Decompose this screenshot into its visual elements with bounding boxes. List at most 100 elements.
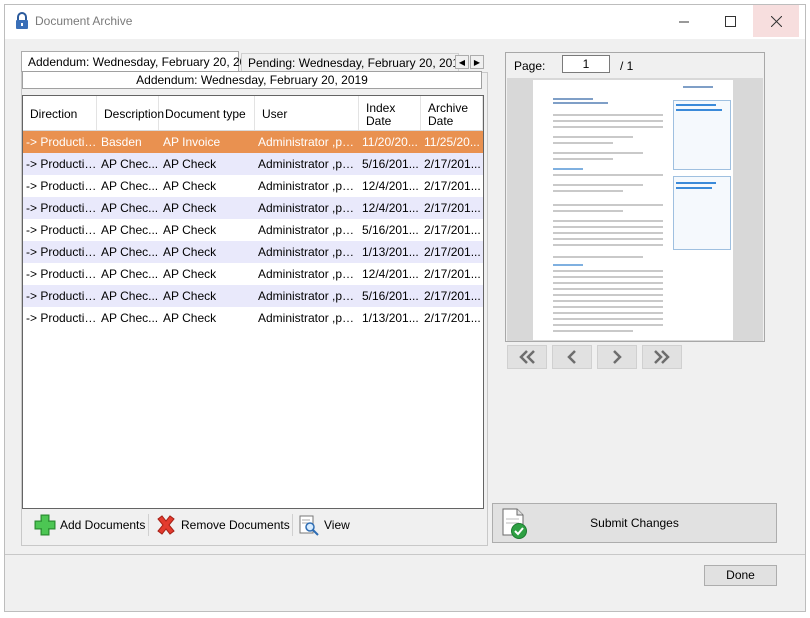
submit-changes-label: Submit Changes [590, 516, 679, 530]
tab-pending[interactable]: Pending: Wednesday, February 20, 2019 [241, 53, 466, 73]
cell-description: AP Chec... [101, 311, 159, 325]
close-button[interactable] [753, 5, 799, 37]
next-page-button[interactable] [597, 345, 637, 369]
grid-header: Direction Description Document type User… [23, 96, 483, 131]
chevron-left-icon [567, 350, 576, 364]
documents-grid[interactable]: Direction Description Document type User… [22, 95, 484, 509]
column-header-archive-date[interactable]: Archive Date [421, 96, 483, 130]
cell-archive-date: 2/17/201... [424, 245, 481, 259]
magnifier-document-icon [299, 515, 319, 536]
minimize-button[interactable] [661, 5, 707, 37]
cell-direction: -> Production [26, 201, 97, 215]
column-header-direction[interactable]: Direction [23, 96, 97, 130]
cell-document-type: AP Check [163, 289, 217, 303]
cell-user: Administrator ,pVault [258, 201, 359, 215]
cell-user: Administrator ,pVault [258, 289, 359, 303]
table-row[interactable]: -> Production AP Chec... AP Check Administr… [23, 307, 483, 329]
tab-scroll-right-button[interactable]: ▶ [470, 55, 484, 69]
submit-changes-button[interactable]: Submit Changes [492, 503, 777, 543]
title-bar: Document Archive [5, 5, 805, 39]
document-thumbnail[interactable] [507, 78, 763, 341]
cell-index-date: 1/13/201... [362, 311, 419, 325]
cell-document-type: AP Invoice [163, 135, 221, 149]
red-x-icon [157, 515, 175, 535]
cell-archive-date: 2/17/201... [424, 179, 481, 193]
cell-direction: -> Production [26, 179, 97, 193]
table-row[interactable]: -> Production AP Chec... AP Check Administr… [23, 285, 483, 307]
document-preview-panel: Page: / 1 [505, 52, 765, 342]
footer-divider [5, 554, 805, 555]
grid-toolbar: Add Documents Remove Documents View [22, 510, 482, 540]
cell-description: AP Chec... [101, 201, 159, 215]
cell-index-date: 12/4/201... [362, 179, 419, 193]
cell-archive-date: 2/17/201... [424, 157, 481, 171]
table-row[interactable]: -> Production AP Chec... AP Check Administr… [23, 219, 483, 241]
cell-user: Administrator ,pVault [258, 179, 359, 193]
plus-icon [34, 514, 56, 536]
minimize-icon [678, 21, 689, 22]
tab-scroll-left-button[interactable]: ◀ [455, 55, 469, 69]
add-documents-button[interactable]: Add Documents [34, 510, 145, 540]
cell-document-type: AP Check [163, 311, 217, 325]
page-label: Page: [514, 59, 546, 73]
page-total: / 1 [620, 59, 634, 73]
cell-description: AP Chec... [101, 223, 159, 237]
close-icon [770, 15, 782, 27]
cell-archive-date: 2/17/201... [424, 267, 481, 281]
page-number-input[interactable] [562, 55, 610, 73]
done-button[interactable]: Done [704, 565, 777, 586]
column-header-document-type[interactable]: Document type [159, 96, 255, 130]
cell-description: AP Chec... [101, 267, 159, 281]
cell-index-date: 1/13/201... [362, 245, 419, 259]
table-row[interactable]: -> Production AP Chec... AP Check Administr… [23, 263, 483, 285]
cell-index-date: 5/16/201... [362, 289, 419, 303]
cell-user: Administrator ,pVault [258, 267, 359, 281]
cell-document-type: AP Check [163, 179, 217, 193]
view-button[interactable]: View [298, 510, 350, 540]
cell-index-date: 5/16/201... [362, 223, 419, 237]
table-row[interactable]: -> Production AP Chec... AP Check Administr… [23, 153, 483, 175]
table-row[interactable]: -> Production Basden AP Invoice Administrat… [23, 131, 483, 153]
cell-archive-date: 2/17/201... [424, 201, 481, 215]
cell-user: Administrator ,pVault [258, 311, 359, 325]
cell-user: Administrator ,pVault [258, 245, 359, 259]
double-chevron-right-icon [654, 350, 670, 364]
cell-description: AP Chec... [101, 157, 159, 171]
maximize-button[interactable] [707, 5, 753, 37]
cell-user: Administrator ,pVault [258, 157, 359, 171]
cell-direction: -> Production [26, 267, 97, 281]
cell-description: Basden [101, 135, 142, 149]
cell-user: Administrator ,pVault [258, 223, 359, 237]
table-row[interactable]: -> Production AP Chec... AP Check Administr… [23, 175, 483, 197]
table-row[interactable]: -> Production AP Chec... AP Check Administr… [23, 241, 483, 263]
toolbar-divider [292, 514, 293, 536]
document-page [533, 80, 733, 340]
cell-archive-date: 2/17/201... [424, 311, 481, 325]
cell-direction: -> Production [26, 135, 97, 149]
cell-index-date: 11/20/20... [362, 135, 418, 149]
document-archive-window: Document Archive Addendum: Wednesday, Fe… [4, 4, 806, 612]
cell-direction: -> Production [26, 311, 97, 325]
cell-document-type: AP Check [163, 157, 217, 171]
last-page-button[interactable] [642, 345, 682, 369]
cell-index-date: 5/16/201... [362, 157, 419, 171]
cell-archive-date: 2/17/201... [424, 223, 481, 237]
cell-description: AP Chec... [101, 245, 159, 259]
table-row[interactable]: -> Production AP Chec... AP Check Administr… [23, 197, 483, 219]
remove-documents-button[interactable]: Remove Documents [155, 510, 290, 540]
group-header-label: Addendum: Wednesday, February 20, 2019 [22, 71, 482, 89]
double-chevron-left-icon [519, 350, 535, 364]
chevron-right-icon [613, 350, 622, 364]
add-documents-label: Add Documents [60, 518, 146, 532]
first-page-button[interactable] [507, 345, 547, 369]
column-header-index-date[interactable]: Index Date [359, 96, 421, 130]
triangle-left-icon: ◀ [458, 57, 466, 67]
cell-index-date: 12/4/201... [362, 267, 419, 281]
triangle-right-icon: ▶ [473, 57, 481, 67]
cell-document-type: AP Check [163, 267, 217, 281]
cell-archive-date: 11/25/20... [424, 135, 480, 149]
previous-page-button[interactable] [552, 345, 592, 369]
column-header-user[interactable]: User [255, 96, 359, 130]
cell-direction: -> Production [26, 289, 97, 303]
column-header-description[interactable]: Description [97, 96, 164, 130]
